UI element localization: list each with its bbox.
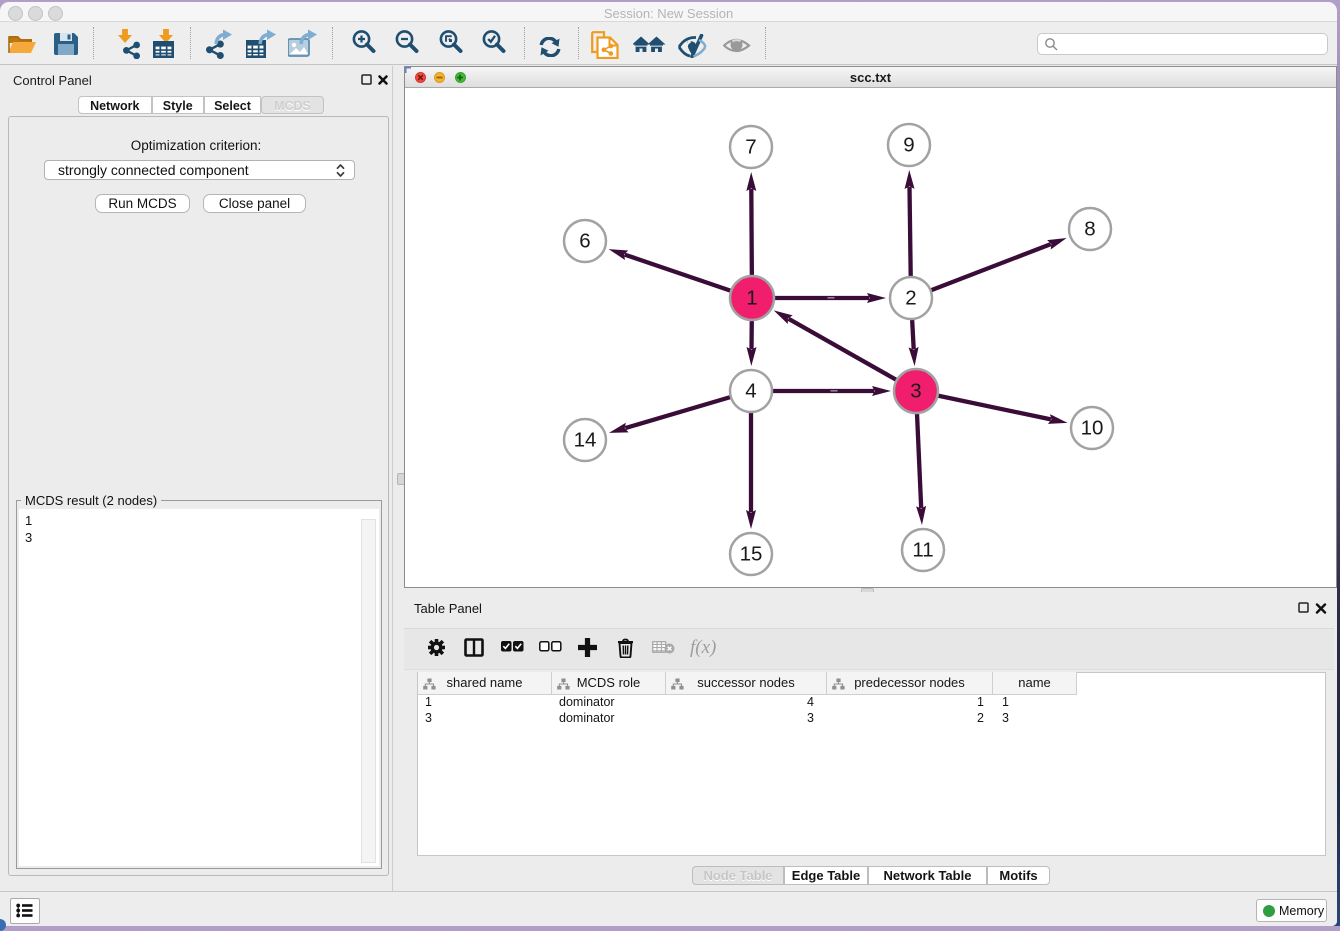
- svg-text:4: 4: [745, 380, 756, 403]
- svg-text:2: 2: [905, 287, 916, 310]
- svg-text:15: 15: [740, 543, 763, 566]
- svg-text:7: 7: [745, 136, 756, 159]
- svg-text:9: 9: [903, 134, 914, 157]
- svg-text:1: 1: [746, 287, 757, 310]
- svg-text:14: 14: [574, 429, 597, 452]
- svg-text:8: 8: [1084, 218, 1095, 241]
- svg-text:11: 11: [912, 539, 933, 562]
- svg-text:10: 10: [1081, 417, 1104, 440]
- svg-text:6: 6: [579, 230, 590, 253]
- svg-text:3: 3: [910, 380, 921, 403]
